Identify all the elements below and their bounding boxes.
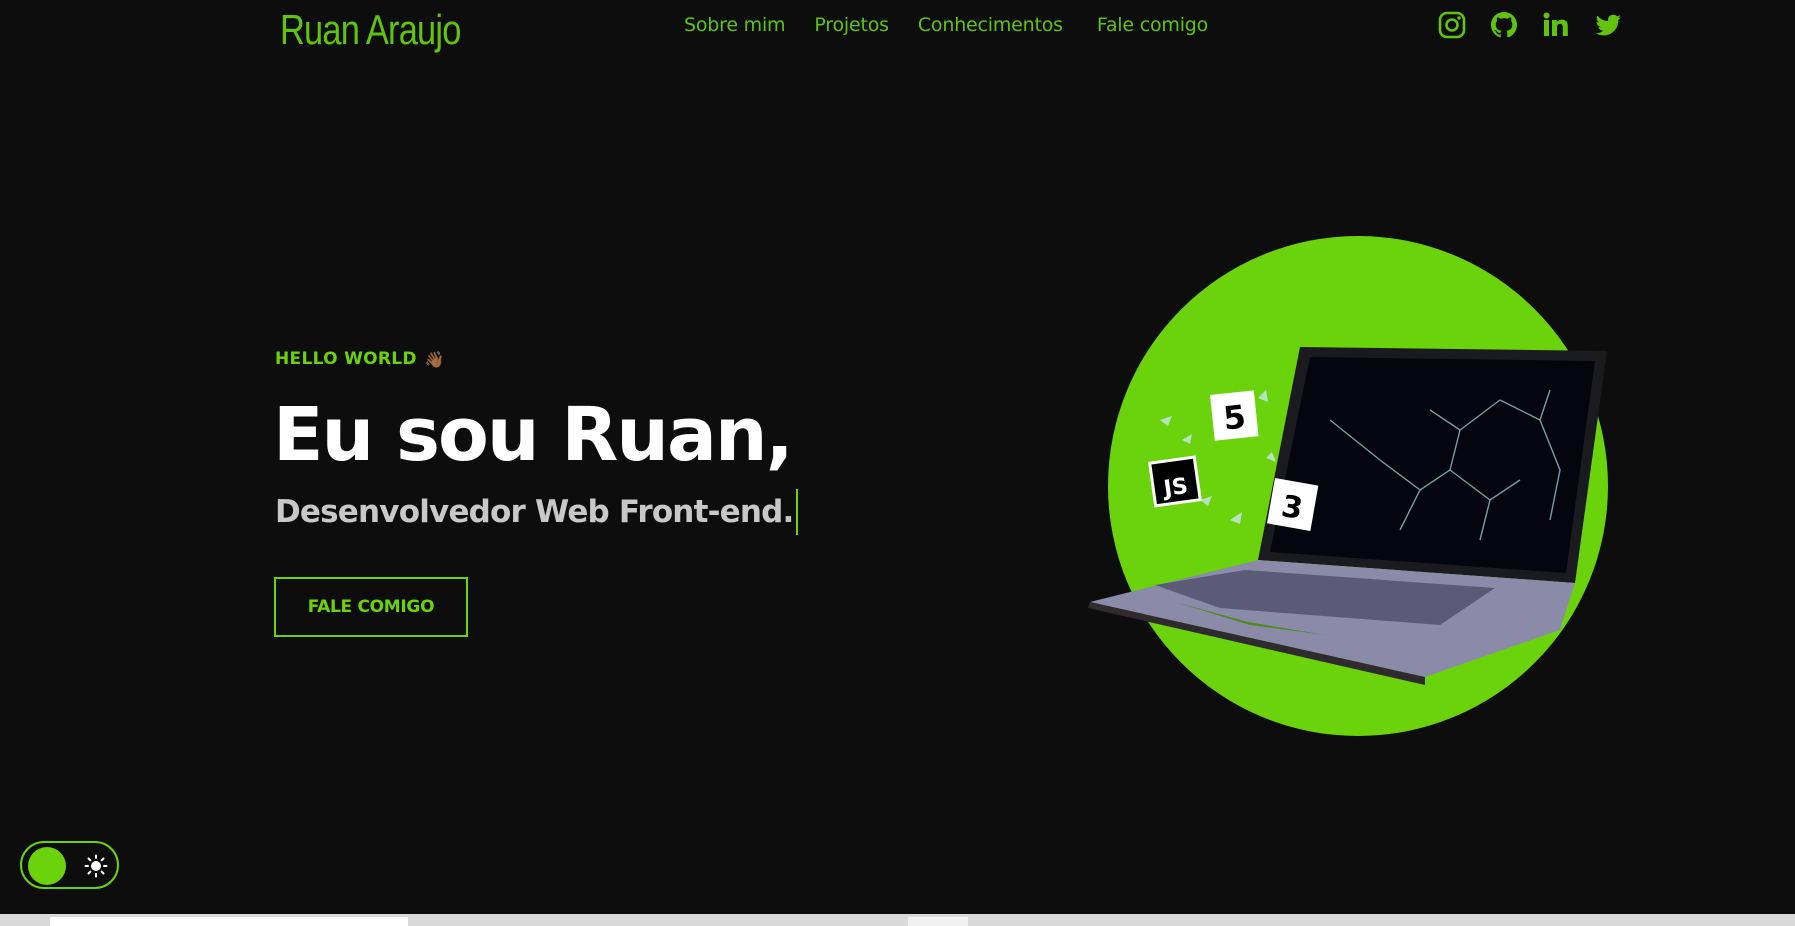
contact-button[interactable]: FALE COMIGO bbox=[274, 577, 468, 637]
nav-link-projetos[interactable]: Projetos bbox=[814, 12, 889, 38]
nav-link-sobre-mim[interactable]: Sobre mim bbox=[684, 12, 786, 38]
twitter-icon[interactable] bbox=[1593, 10, 1623, 40]
waving-hand-icon: 👋🏾 bbox=[424, 349, 446, 369]
hero-illustration: 5 JS 3 bbox=[1080, 230, 1620, 750]
os-taskbar bbox=[0, 914, 1795, 926]
taskbar-search-box[interactable] bbox=[50, 917, 408, 926]
main-nav: Sobre mim Projetos Conhecimentos Fale co… bbox=[684, 12, 1237, 38]
site-logo[interactable]: Ruan Araujo bbox=[280, 2, 461, 58]
sun-icon bbox=[84, 854, 108, 878]
nav-link-conhecimentos[interactable]: Conhecimentos bbox=[918, 12, 1063, 38]
toggle-knob bbox=[28, 847, 66, 885]
linkedin-icon[interactable] bbox=[1541, 10, 1571, 40]
hero-subtitle: Desenvolvedor Web Front-end. bbox=[275, 489, 798, 535]
taskbar-active-app[interactable] bbox=[908, 917, 968, 926]
html5-icon: 5 bbox=[1210, 390, 1259, 441]
hero-title: Eu sou Ruan, bbox=[273, 392, 794, 478]
svg-text:5: 5 bbox=[1221, 398, 1247, 438]
js-icon: JS bbox=[1148, 455, 1202, 508]
svg-text:JS: JS bbox=[1160, 474, 1189, 502]
hero-eyebrow: HELLO WORLD 👋🏾 bbox=[275, 349, 445, 369]
theme-toggle[interactable] bbox=[20, 841, 119, 889]
css3-icon: 3 bbox=[1267, 478, 1319, 531]
hero-eyebrow-text: HELLO WORLD bbox=[275, 349, 417, 369]
nav-link-fale-comigo[interactable]: Fale comigo bbox=[1097, 12, 1208, 38]
github-icon[interactable] bbox=[1489, 10, 1519, 40]
social-links bbox=[1437, 10, 1623, 40]
instagram-icon[interactable] bbox=[1437, 10, 1467, 40]
